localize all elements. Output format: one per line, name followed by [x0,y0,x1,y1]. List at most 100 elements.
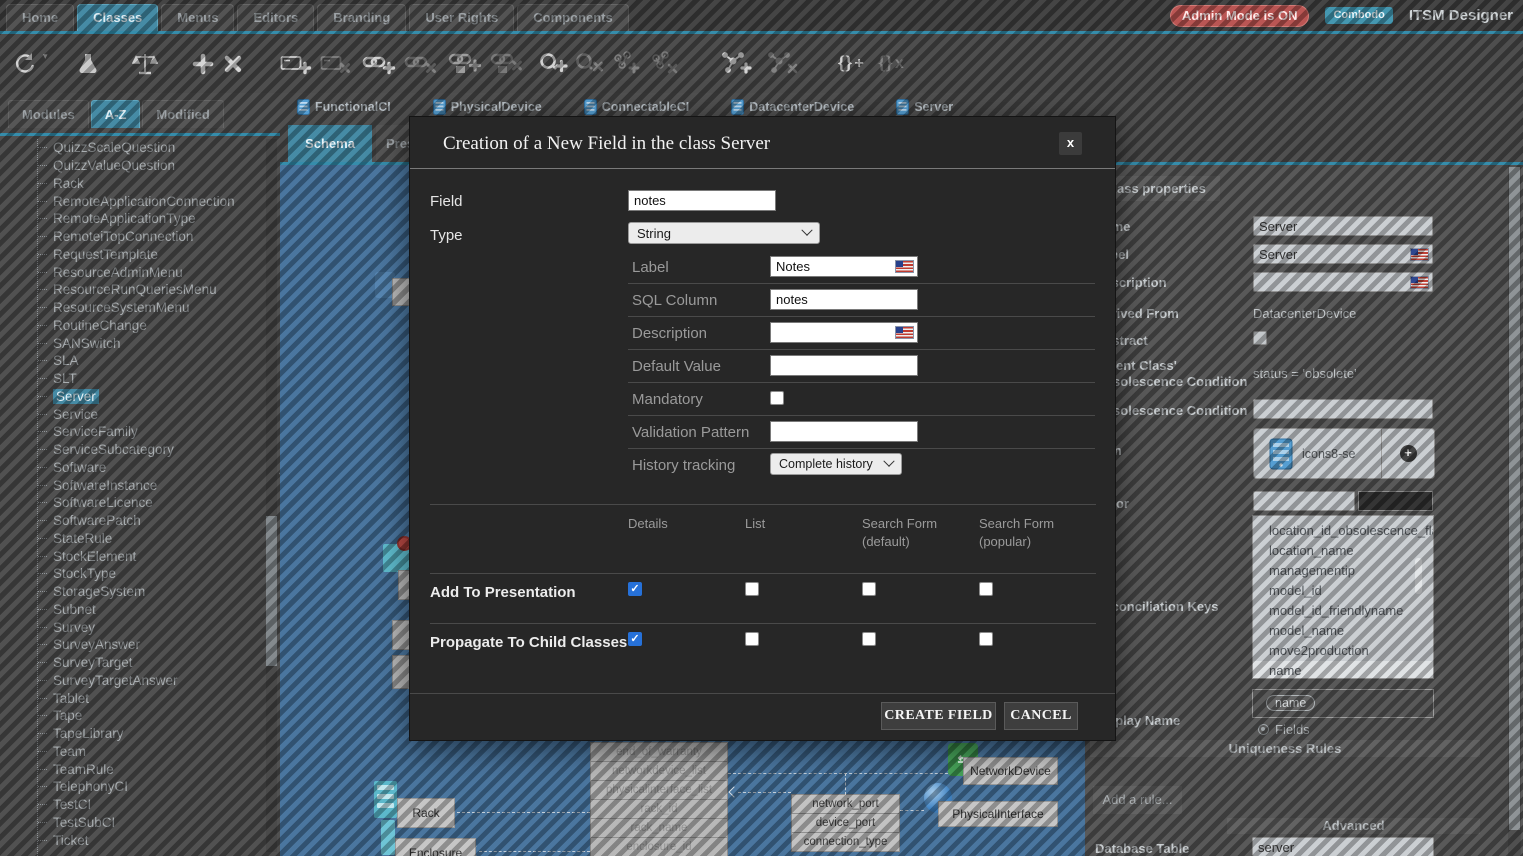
class-list-item[interactable]: TapeLibrary [38,725,258,743]
field-name-input[interactable] [628,190,776,211]
cancel-button[interactable]: CANCEL [1004,702,1078,730]
add-presentation-search-popular-checkbox[interactable] [979,582,993,596]
color-field[interactable] [1253,491,1355,511]
remove-magnifier-icon[interactable] [574,44,604,84]
class-tab[interactable]: Server [896,99,953,115]
reconciliation-key-item[interactable]: model_id_friendlyname [1253,601,1433,621]
create-field-button[interactable]: CREATE FIELD [881,702,996,730]
class-icon-picker[interactable]: icons8-se + [1253,428,1435,479]
class-list-item[interactable]: SurveyTargetAnswer [38,672,258,690]
reconciliation-key-item[interactable]: location_name [1253,541,1433,561]
class-list-item[interactable]: Rack [38,175,258,193]
class-list-item[interactable]: Server [38,388,258,406]
class-list-item[interactable]: Tape [38,707,258,725]
class-list-item[interactable]: RemoteiTopConnection [38,228,258,246]
physical-interface-node[interactable]: PhysicalInterface [938,801,1058,827]
class-list-item[interactable]: StockElement [38,547,258,565]
attribute-row[interactable]: physicalinterface_list [590,780,728,800]
add-cluster-icon[interactable] [610,44,642,84]
panel-scrollbar-thumb[interactable] [1509,167,1520,830]
class-list-item[interactable]: ResourceAdminMenu [38,263,258,281]
attribute-row[interactable]: rack_id [590,799,728,819]
add-link-icon[interactable] [362,44,396,84]
class-list-item[interactable]: StockType [38,565,258,583]
nav-tab[interactable]: Menus [161,4,234,31]
network-device-node[interactable]: NetworkDevice [963,757,1058,785]
name-field[interactable] [1253,216,1433,236]
add-braces-icon[interactable]: {}+ [838,44,864,84]
display-name-tag[interactable]: name [1266,695,1315,711]
panel-scrollbar[interactable] [1508,165,1521,856]
rack-node[interactable]: Rack [397,798,455,828]
class-list-item[interactable]: Subnet [38,601,258,619]
class-list-item[interactable]: TestCI [38,796,258,814]
sidebar-tab[interactable]: Modified [142,100,223,128]
class-tab[interactable]: FunctionalCI [297,99,391,115]
propagate-details-checkbox[interactable] [628,632,642,646]
undo-dropdown-caret[interactable]: ▾ [43,51,48,62]
remove-relation-icon[interactable] [766,44,798,84]
attribute-row[interactable]: device_port [791,813,900,833]
add-lifecycle-icon[interactable] [448,44,482,84]
propagate-list-checkbox[interactable] [745,632,759,646]
class-list-item[interactable]: Ticket [38,831,258,849]
class-list-item[interactable]: StorageSystem [38,583,258,601]
class-list-item[interactable]: SurveyTarget [38,654,258,672]
abstract-checkbox[interactable] [1253,331,1267,345]
display-name-box[interactable]: name [1252,689,1434,718]
class-list-item[interactable]: RemoteApplicationType [38,210,258,228]
close-icon[interactable]: x [1059,132,1082,155]
mandatory-checkbox[interactable] [770,391,784,405]
nav-tab[interactable]: Classes [77,4,158,31]
class-list-item[interactable]: Survey [38,618,258,636]
combodo-badge[interactable]: Combodo [1325,7,1392,24]
class-list-item[interactable]: SoftwareLicence [38,494,258,512]
nav-tab[interactable]: Components [517,4,628,31]
class-list-item[interactable]: QuizzValueQuestion [38,157,258,175]
remove-lifecycle-icon[interactable] [490,44,524,84]
class-list-item[interactable]: Service [38,405,258,423]
tab-schema[interactable]: Schema [288,125,372,162]
add-icon[interactable] [192,44,214,84]
fields-radio-icon[interactable] [1258,724,1269,735]
default-value-input[interactable] [770,355,918,376]
label-field[interactable] [1253,244,1433,264]
remove-cluster-icon[interactable] [648,44,680,84]
class-list-item[interactable]: QuizzScaleQuestion [38,139,258,157]
add-presentation-list-checkbox[interactable] [745,582,759,596]
class-list-item[interactable]: ResourceRunQueriesMenu [38,281,258,299]
class-list-item[interactable]: Team [38,743,258,761]
sidebar-tab[interactable]: Modules [8,100,89,128]
add-presentation-search-default-checkbox[interactable] [862,582,876,596]
class-list-item[interactable]: SLT [38,370,258,388]
propagate-search-popular-checkbox[interactable] [979,632,993,646]
class-list-item[interactable]: Tablet [38,689,258,707]
class-tab[interactable]: DatacenterDevice [731,99,854,115]
nav-tab[interactable]: Editors [237,4,314,31]
class-list-item[interactable]: SLA [38,352,258,370]
class-list-item[interactable]: SurveyAnswer [38,636,258,654]
scales-icon[interactable] [132,44,158,84]
class-list-item[interactable]: TestSubCI [38,814,258,832]
add-presentation-details-checkbox[interactable] [628,582,642,596]
reconciliation-key-item[interactable]: managementip [1253,561,1433,581]
attribute-row[interactable]: connection_type [791,832,900,852]
class-list-item[interactable]: StateRule [38,530,258,548]
attribute-row[interactable]: end_of_warranty [590,742,728,762]
reconciliation-scrollbar-thumb[interactable] [1415,558,1422,594]
history-tracking-select[interactable]: Complete history [770,453,902,475]
color-swatch[interactable] [1358,491,1433,511]
class-list-item[interactable]: RequestTemplate [38,246,258,264]
add-relation-icon[interactable] [720,44,752,84]
validation-pattern-input[interactable] [770,421,918,442]
database-table-field[interactable] [1252,837,1434,856]
reconciliation-key-item[interactable]: model_name [1253,621,1433,641]
class-list-item[interactable]: Software [38,459,258,477]
class-list-item[interactable]: SANSwitch [38,334,258,352]
sql-column-input[interactable] [770,289,918,310]
class-list-item[interactable]: RoutineChange [38,317,258,335]
add-icon-button[interactable]: + [1400,445,1417,462]
type-select[interactable]: String [628,222,820,244]
attribute-row[interactable]: enclosure_id [590,837,728,856]
sidebar-scrollbar[interactable] [266,139,277,852]
